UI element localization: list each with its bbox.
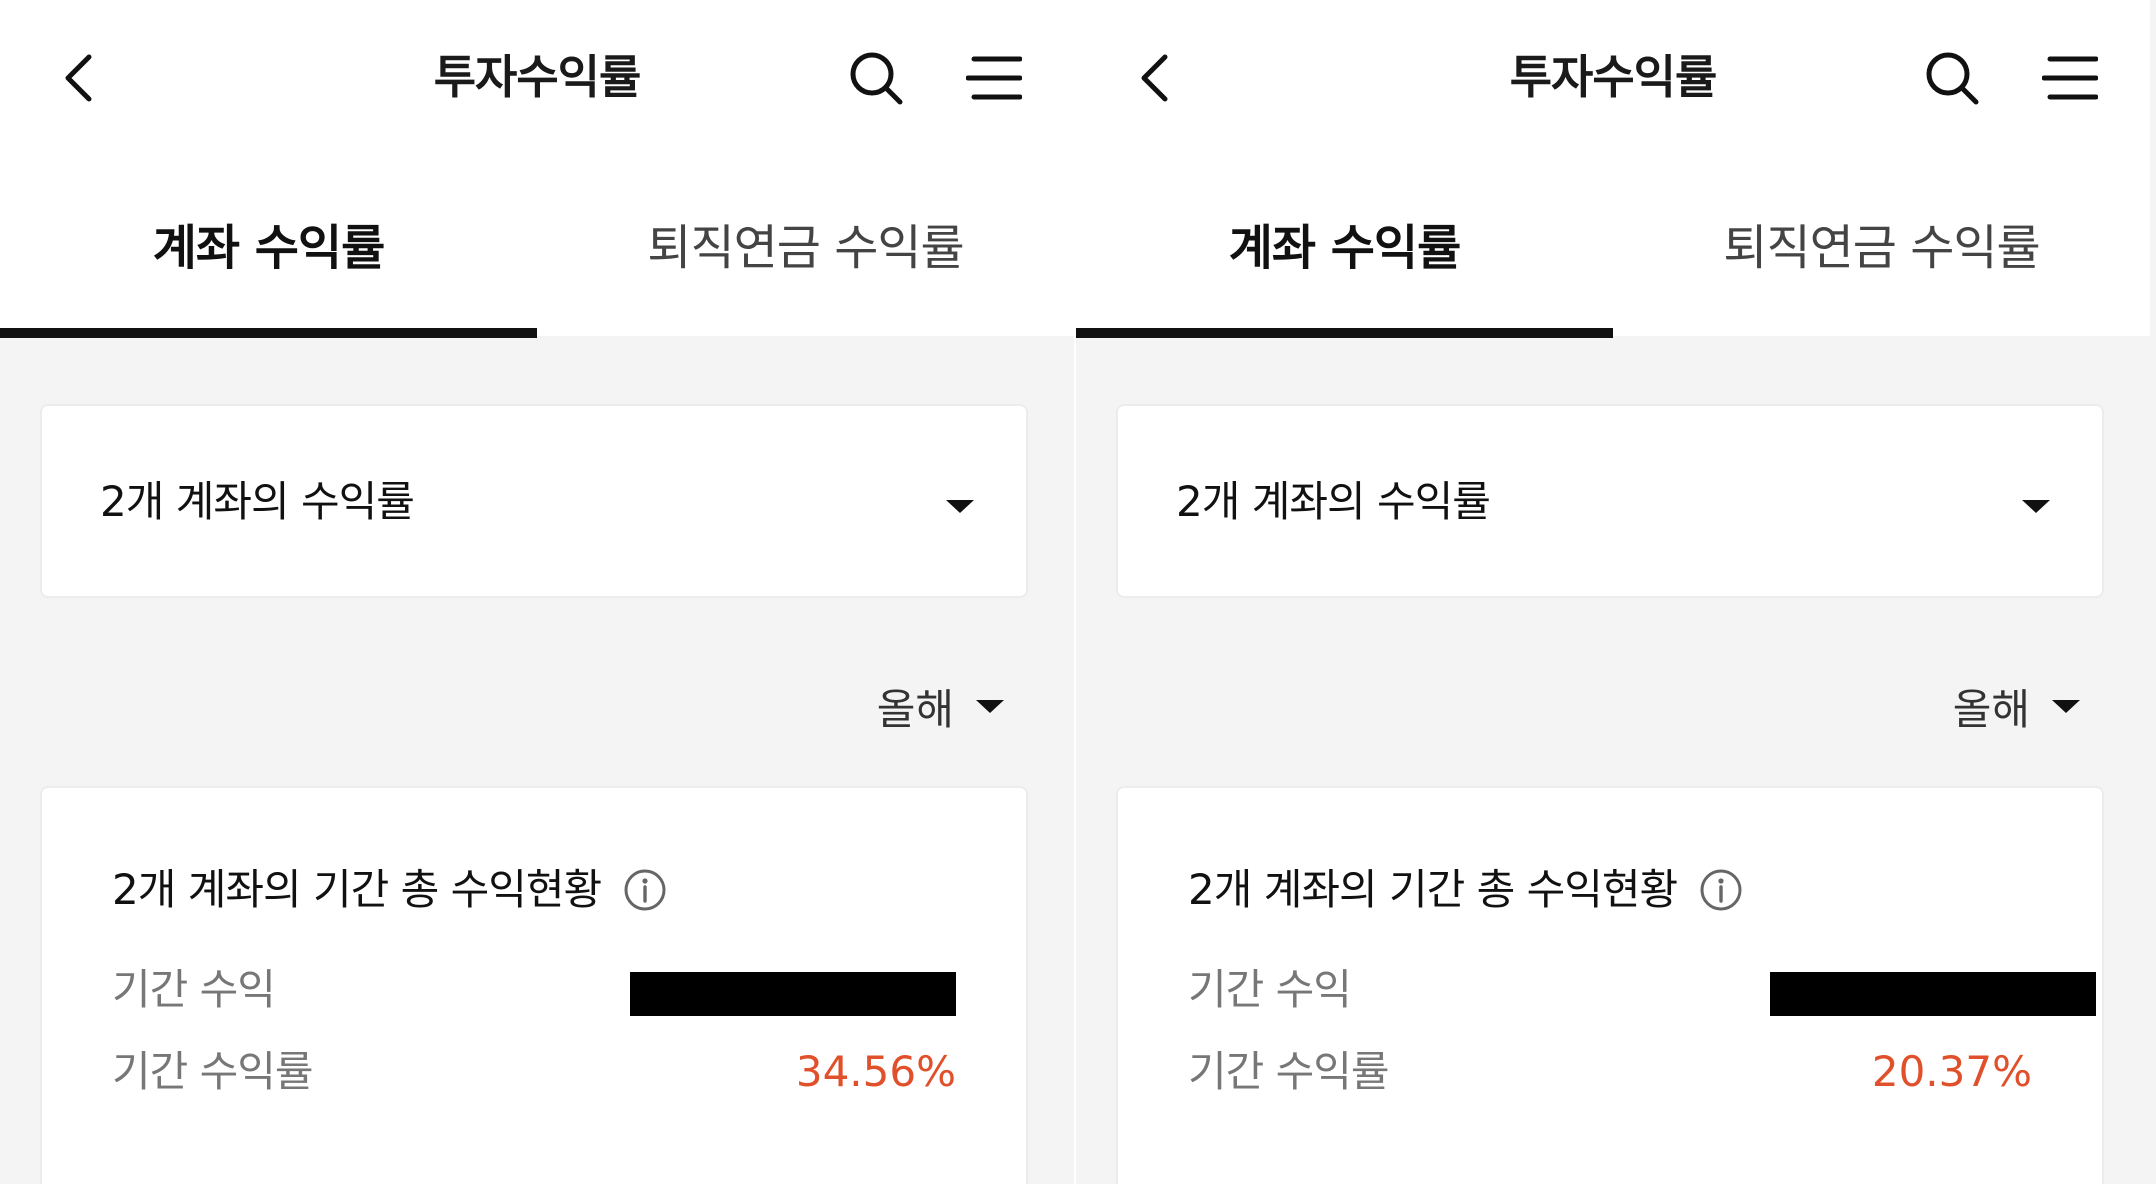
period-rate-label: 기간 수익률 bbox=[112, 1047, 314, 1096]
hamburger-menu-icon bbox=[966, 56, 1022, 100]
caret-down-icon bbox=[2022, 500, 2050, 513]
search-button[interactable] bbox=[846, 48, 906, 108]
account-dropdown[interactable]: 2개 계좌의 수익률 bbox=[40, 404, 1028, 598]
period-dropdown-label: 올해 bbox=[876, 684, 954, 734]
tab-account-return[interactable]: 계좌 수익률 bbox=[0, 160, 537, 338]
period-rate-value: 20.37% bbox=[1871, 1047, 2032, 1096]
period-rate-label: 기간 수익률 bbox=[1188, 1047, 1390, 1096]
account-dropdown[interactable]: 2개 계좌의 수익률 bbox=[1116, 404, 2104, 598]
screen-right: 투자수익률 계좌 수익률 퇴직연금 수익률 2개 계좌의 수익률 올해 2개 계… bbox=[1076, 0, 2150, 1184]
search-icon bbox=[850, 52, 903, 105]
redacted-profit-value bbox=[1770, 972, 2096, 1016]
tab-pension-return[interactable]: 퇴직연금 수익률 bbox=[1613, 160, 2150, 336]
tab-account-return[interactable]: 계좌 수익률 bbox=[1076, 160, 1613, 338]
hamburger-menu-icon bbox=[2042, 56, 2098, 100]
info-circle-icon bbox=[1700, 869, 1742, 911]
app-header: 투자수익률 bbox=[1076, 0, 2150, 160]
period-rate-value: 34.56% bbox=[795, 1047, 956, 1096]
period-profit-label: 기간 수익 bbox=[1188, 965, 1352, 1014]
page-title: 투자수익률 bbox=[433, 50, 642, 104]
tab-bar: 계좌 수익률 퇴직연금 수익률 bbox=[1076, 160, 2150, 338]
summary-card-title: 2개 계좌의 기간 총 수익현황 bbox=[112, 860, 667, 920]
info-circle-icon bbox=[624, 869, 666, 911]
caret-down-icon bbox=[2052, 699, 2080, 713]
tab-pension-return[interactable]: 퇴직연금 수익률 bbox=[537, 160, 1074, 336]
summary-title-text: 2개 계좌의 기간 총 수익현황 bbox=[112, 865, 602, 914]
caret-down-icon bbox=[976, 699, 1004, 713]
info-button[interactable] bbox=[1699, 868, 1743, 912]
search-button[interactable] bbox=[1922, 48, 1982, 108]
menu-button[interactable] bbox=[964, 48, 1024, 108]
period-dropdown[interactable]: 올해 bbox=[877, 676, 1004, 736]
caret-down-icon bbox=[946, 500, 974, 513]
summary-card: 2개 계좌의 기간 총 수익현황 기간 수익 기간 수익률 34.56% bbox=[40, 786, 1028, 1184]
tab-bar: 계좌 수익률 퇴직연금 수익률 bbox=[0, 160, 1074, 338]
period-profit-label: 기간 수익 bbox=[112, 965, 276, 1014]
screen-left: 투자수익률 계좌 수익률 퇴직연금 수익률 2개 계좌의 수익률 올해 2개 계… bbox=[0, 0, 1074, 1184]
page-title: 투자수익률 bbox=[1509, 50, 1718, 104]
summary-title-text: 2개 계좌의 기간 총 수익현황 bbox=[1188, 865, 1678, 914]
redacted-profit-value bbox=[630, 972, 956, 1016]
menu-button[interactable] bbox=[2040, 48, 2100, 108]
info-button[interactable] bbox=[623, 868, 667, 912]
search-icon bbox=[1926, 52, 1979, 105]
period-dropdown-label: 올해 bbox=[1952, 684, 2030, 734]
summary-card-title: 2개 계좌의 기간 총 수익현황 bbox=[1188, 860, 1743, 920]
app-header: 투자수익률 bbox=[0, 0, 1074, 160]
account-dropdown-label: 2개 계좌의 수익률 bbox=[1176, 477, 1491, 526]
period-dropdown[interactable]: 올해 bbox=[1953, 676, 2080, 736]
account-dropdown-label: 2개 계좌의 수익률 bbox=[100, 477, 415, 526]
summary-card: 2개 계좌의 기간 총 수익현황 기간 수익 기간 수익률 20.37% bbox=[1116, 786, 2104, 1184]
